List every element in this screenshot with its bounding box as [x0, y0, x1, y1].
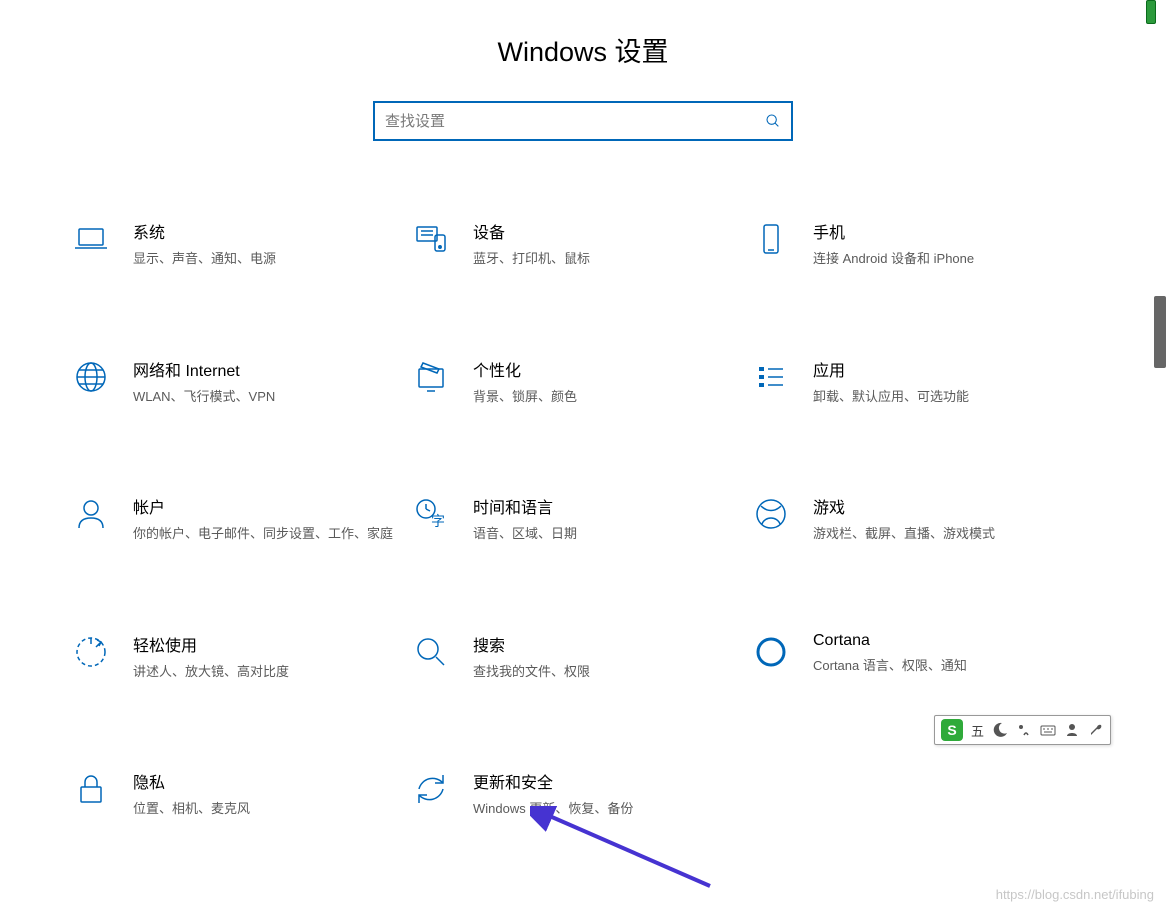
tile-title: 游戏: [813, 494, 1073, 518]
tile-desc: 语音、区域、日期: [473, 524, 733, 544]
update-icon: [413, 771, 449, 807]
tile-desc: 你的帐户、电子邮件、同步设置、工作、家庭: [133, 524, 393, 544]
tile-title: 隐私: [133, 769, 393, 793]
globe-icon: [73, 359, 109, 395]
tile-desc: Cortana 语言、权限、通知: [813, 656, 1073, 676]
ease-of-access-icon: [73, 634, 109, 670]
tile-title: Cortana: [813, 632, 1073, 650]
search-input[interactable]: [385, 113, 765, 130]
xbox-icon: [753, 496, 789, 532]
tile-system[interactable]: 系统 显示、声音、通知、电源: [73, 219, 393, 269]
tile-title: 应用: [813, 357, 1073, 381]
tile-personalization[interactable]: 个性化 背景、锁屏、颜色: [413, 357, 733, 407]
tile-desc: 位置、相机、麦克风: [133, 799, 393, 819]
devices-icon: [413, 221, 449, 257]
search-icon: [765, 113, 781, 129]
watermark: https://blog.csdn.net/ifubing: [996, 887, 1154, 902]
tile-desc: 蓝牙、打印机、鼠标: [473, 249, 733, 269]
moon-icon[interactable]: [992, 722, 1008, 738]
lock-icon: [73, 771, 109, 807]
ime-logo-icon[interactable]: S: [941, 719, 963, 741]
magnifier-icon: [413, 634, 449, 670]
tile-title: 网络和 Internet: [133, 357, 393, 381]
ime-toolbar[interactable]: S 五: [934, 715, 1111, 745]
header: Windows 设置: [0, 0, 1166, 69]
cortana-icon: [753, 634, 789, 670]
search-area: [0, 101, 1166, 141]
tile-accounts[interactable]: 帐户 你的帐户、电子邮件、同步设置、工作、家庭: [73, 494, 393, 544]
tile-ease-of-access[interactable]: 轻松使用 讲述人、放大镜、高对比度: [73, 632, 393, 682]
tile-title: 更新和安全: [473, 769, 733, 793]
tile-title: 帐户: [133, 494, 393, 518]
ime-mode-label[interactable]: 五: [971, 721, 984, 740]
tile-time-language[interactable]: 字 时间和语言 语音、区域、日期: [413, 494, 733, 544]
tile-title: 设备: [473, 219, 733, 243]
personalization-icon: [413, 359, 449, 395]
page-title: Windows 设置: [0, 30, 1166, 69]
tile-network[interactable]: 网络和 Internet WLAN、飞行模式、VPN: [73, 357, 393, 407]
tile-desc: 背景、锁屏、颜色: [473, 387, 733, 407]
tile-desc: Windows 更新、恢复、备份: [473, 799, 733, 819]
tile-cortana[interactable]: Cortana Cortana 语言、权限、通知: [753, 632, 1073, 682]
user-small-icon[interactable]: [1064, 722, 1080, 738]
laptop-icon: [73, 221, 109, 257]
tile-desc: 连接 Android 设备和 iPhone: [813, 249, 1073, 269]
phone-icon: [753, 221, 789, 257]
search-box[interactable]: [373, 101, 793, 141]
arrow-annotation-icon: [530, 806, 730, 896]
tile-phone[interactable]: 手机 连接 Android 设备和 iPhone: [753, 219, 1073, 269]
tile-devices[interactable]: 设备 蓝牙、打印机、鼠标: [413, 219, 733, 269]
tile-desc: 讲述人、放大镜、高对比度: [133, 662, 393, 682]
tile-desc: 卸载、默认应用、可选功能: [813, 387, 1073, 407]
tile-apps[interactable]: 应用 卸载、默认应用、可选功能: [753, 357, 1073, 407]
wrench-icon[interactable]: [1088, 722, 1104, 738]
tile-title: 时间和语言: [473, 494, 733, 518]
scrollbar-thumb[interactable]: [1154, 296, 1166, 368]
tile-desc: 查找我的文件、权限: [473, 662, 733, 682]
time-language-icon: 字: [413, 496, 449, 532]
keyboard-icon[interactable]: [1040, 722, 1056, 738]
tile-desc: 显示、声音、通知、电源: [133, 249, 393, 269]
top-widget-icon: [1146, 0, 1156, 24]
person-icon: [73, 496, 109, 532]
tile-desc: 游戏栏、截屏、直播、游戏模式: [813, 524, 1073, 544]
tile-title: 轻松使用: [133, 632, 393, 656]
tile-gaming[interactable]: 游戏 游戏栏、截屏、直播、游戏模式: [753, 494, 1073, 544]
punct-icon[interactable]: [1016, 722, 1032, 738]
tile-title: 系统: [133, 219, 393, 243]
tile-title: 手机: [813, 219, 1073, 243]
tile-update-security[interactable]: 更新和安全 Windows 更新、恢复、备份: [413, 769, 733, 819]
tile-privacy[interactable]: 隐私 位置、相机、麦克风: [73, 769, 393, 819]
apps-icon: [753, 359, 789, 395]
svg-text:字: 字: [431, 513, 445, 529]
tile-search[interactable]: 搜索 查找我的文件、权限: [413, 632, 733, 682]
tile-title: 个性化: [473, 357, 733, 381]
tile-title: 搜索: [473, 632, 733, 656]
tile-desc: WLAN、飞行模式、VPN: [133, 387, 393, 407]
